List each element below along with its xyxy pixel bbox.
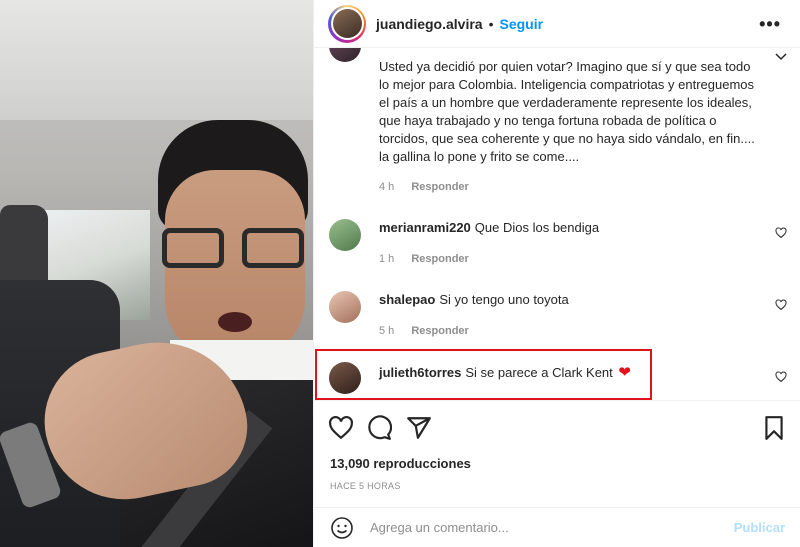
- emoji-icon[interactable]: [330, 516, 354, 540]
- person-mouth: [218, 312, 252, 332]
- commenter-username[interactable]: merianrami220: [379, 220, 471, 235]
- comments-list[interactable]: Usted ya decidió por quien votar? Imagin…: [314, 48, 800, 400]
- like-heart-icon[interactable]: [775, 227, 787, 239]
- author-username[interactable]: juandiego.alvira: [376, 16, 483, 32]
- reply-button[interactable]: Responder: [411, 325, 468, 337]
- commenter-avatar[interactable]: [329, 48, 361, 62]
- car-roof: [0, 0, 313, 120]
- comment-meta: 4 h Responder: [379, 181, 483, 193]
- commenter-username[interactable]: julieth6torres: [379, 365, 461, 380]
- like-heart-icon[interactable]: [775, 299, 787, 311]
- comment-text: Si se parece a Clark Kent: [465, 365, 613, 380]
- comment-icon[interactable]: [366, 415, 392, 441]
- person-glasses: [162, 228, 312, 270]
- view-count[interactable]: 13,090 reproducciones: [330, 456, 471, 471]
- comment-time: 5 h: [379, 325, 395, 337]
- publish-button[interactable]: Publicar: [734, 520, 785, 535]
- post-header: juandiego.alvira • Seguir •••: [314, 0, 800, 48]
- heart-emoji: ❤: [618, 364, 631, 381]
- car-headrest: [0, 205, 48, 285]
- reply-button[interactable]: Responder: [411, 181, 468, 193]
- reply-button[interactable]: Responder: [411, 253, 468, 265]
- chevron-down-icon[interactable]: [775, 52, 787, 62]
- comment-time: 4 h: [379, 181, 395, 193]
- post-timestamp: HACE 5 HORAS: [330, 481, 401, 491]
- commenter-username[interactable]: shalepao: [379, 292, 435, 307]
- comment-text: Si yo tengo uno toyota: [439, 292, 569, 307]
- more-options-icon[interactable]: •••: [759, 14, 781, 35]
- commenter-avatar[interactable]: [329, 362, 361, 394]
- add-comment-bar: Publicar: [314, 507, 800, 547]
- comment-text: Que Dios los bendiga: [474, 220, 600, 235]
- commenter-avatar[interactable]: [329, 219, 361, 251]
- author-avatar[interactable]: [328, 4, 366, 43]
- like-icon[interactable]: [328, 415, 354, 441]
- comment-body: merianrami220 Que Dios los bendiga: [379, 219, 764, 237]
- comment-meta: 1 h Responder: [379, 253, 483, 265]
- save-bookmark-icon[interactable]: [761, 415, 787, 441]
- video-player[interactable]: [0, 0, 313, 547]
- comment-body: julieth6torres Si se parece a Clark Kent …: [379, 364, 764, 382]
- comment-time: 1 h: [379, 253, 395, 265]
- comment-meta: 5 h Responder: [379, 325, 483, 337]
- like-heart-icon[interactable]: [775, 371, 787, 383]
- header-separator: •: [488, 15, 494, 32]
- follow-button[interactable]: Seguir: [500, 16, 544, 32]
- comment-input[interactable]: [370, 520, 710, 535]
- commenter-avatar[interactable]: [329, 291, 361, 323]
- post-panel: juandiego.alvira • Seguir ••• Usted ya d…: [313, 0, 800, 547]
- share-icon[interactable]: [406, 415, 432, 441]
- comment-body: shalepao Si yo tengo uno toyota: [379, 291, 764, 309]
- comment-text: Usted ya decidió por quien votar? Imagin…: [379, 59, 755, 164]
